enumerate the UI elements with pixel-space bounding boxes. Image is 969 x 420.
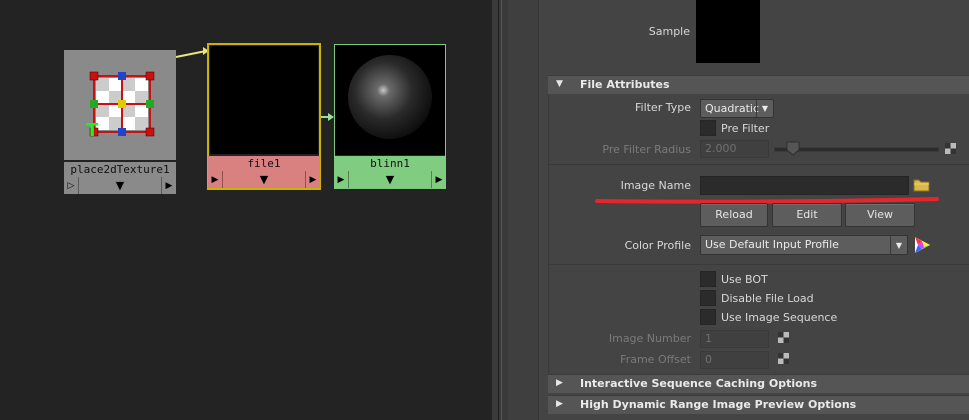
- section-hdr-preview-options[interactable]: ▶ High Dynamic Range Image Preview Optio…: [548, 395, 969, 414]
- node-place2dtexture[interactable]: T place2dTexture1 ▷ ▼ ▶: [64, 50, 176, 194]
- slider-handle-icon[interactable]: [786, 141, 800, 156]
- sample-swatch[interactable]: [696, 0, 760, 63]
- color-profile-dropdown[interactable]: Use Default Input Profile ▼: [700, 235, 908, 255]
- node-port-bar: ▶ ▼ ▶: [334, 171, 446, 188]
- place2dtexture-icon: T: [86, 71, 155, 141]
- filter-type-dropdown[interactable]: Quadratic ▼: [700, 99, 774, 118]
- node-label: blinn1: [334, 156, 446, 171]
- section-body-frame: [548, 94, 549, 374]
- output-port-icon[interactable]: ▶: [306, 171, 320, 188]
- disable-file-load-label: Disable File Load: [721, 292, 814, 305]
- pre-filter-checkbox[interactable]: [700, 120, 716, 136]
- hypershade-graph[interactable]: T place2dTexture1 ▷ ▼ ▶ file1 ▶ ▼ ▶ blin…: [0, 0, 492, 420]
- node-file[interactable]: file1 ▶ ▼ ▶: [207, 43, 321, 190]
- file-swatch: [210, 46, 318, 154]
- filter-type-label: Filter Type: [634, 101, 691, 114]
- pre-filter-radius-label: Pre Filter Radius: [602, 143, 691, 156]
- blinn-sphere-preview: [348, 55, 432, 139]
- section-file-attributes[interactable]: ▼ File Attributes: [548, 75, 969, 94]
- map-button-icon[interactable]: [778, 353, 789, 364]
- expand-ports-icon[interactable]: ▼: [348, 171, 432, 188]
- input-port-icon[interactable]: ▷: [64, 177, 78, 194]
- place2dtexture-swatch: T: [64, 50, 176, 160]
- node-port-bar: ▶ ▼ ▶: [208, 171, 320, 188]
- connection-place2d-to-file: [175, 50, 207, 58]
- frame-offset-label: Frame Offset: [620, 353, 691, 366]
- input-port-icon[interactable]: ▶: [334, 171, 348, 188]
- view-button[interactable]: View: [845, 203, 915, 227]
- node-label: place2dTexture1: [64, 162, 176, 177]
- svg-text:T: T: [86, 120, 99, 141]
- section-interactive-sequence-caching[interactable]: ▶ Interactive Sequence Caching Options: [548, 374, 969, 393]
- image-number-label: Image Number: [608, 332, 691, 345]
- use-image-sequence-checkbox[interactable]: [700, 309, 716, 325]
- color-profile-label: Color Profile: [624, 239, 691, 252]
- blinn-swatch: [335, 45, 445, 155]
- sample-label: Sample: [648, 25, 690, 38]
- collapse-arrow-icon: ▼: [556, 79, 563, 89]
- pre-filter-radius-field[interactable]: 2.000: [700, 140, 769, 158]
- color-wheel-icon[interactable]: [912, 235, 932, 255]
- use-bot-label: Use BOT: [721, 273, 768, 286]
- image-number-field[interactable]: 1: [700, 330, 769, 348]
- expand-arrow-icon: ▶: [556, 399, 563, 409]
- expand-arrow-icon: ▶: [556, 378, 563, 388]
- section-title: Interactive Sequence Caching Options: [580, 377, 818, 390]
- divider: [548, 164, 969, 165]
- section-title: File Attributes: [580, 78, 670, 91]
- divider: [548, 264, 969, 265]
- splitter-edge: [501, 0, 502, 420]
- output-port-icon[interactable]: ▶: [162, 177, 176, 194]
- reload-button[interactable]: Reload: [700, 203, 768, 227]
- use-image-sequence-label: Use Image Sequence: [721, 311, 838, 324]
- expand-ports-icon[interactable]: ▼: [222, 171, 306, 188]
- disable-file-load-checkbox[interactable]: [700, 290, 716, 306]
- color-profile-value: Use Default Input Profile: [705, 238, 839, 251]
- node-port-bar: ▷ ▼ ▶: [64, 177, 176, 194]
- map-button-icon[interactable]: [778, 332, 789, 343]
- input-port-icon[interactable]: ▶: [208, 171, 222, 188]
- expand-ports-icon[interactable]: ▼: [78, 177, 162, 194]
- filter-type-value: Quadratic: [705, 102, 760, 115]
- image-name-label: Image Name: [620, 179, 691, 192]
- map-button-icon[interactable]: [945, 143, 956, 154]
- frame-offset-field[interactable]: 0: [700, 351, 769, 369]
- chevron-down-icon: ▼: [756, 100, 773, 117]
- splitter-edge: [498, 0, 499, 420]
- pre-filter-label: Pre Filter: [721, 122, 770, 135]
- output-port-icon[interactable]: ▶: [432, 171, 446, 188]
- image-name-field[interactable]: [700, 176, 909, 195]
- chevron-down-icon: ▼: [890, 236, 907, 254]
- node-blinn[interactable]: blinn1 ▶ ▼ ▶: [334, 44, 446, 189]
- node-label: file1: [208, 156, 320, 171]
- use-bot-checkbox[interactable]: [700, 271, 716, 287]
- ae-left-gutter: [508, 0, 539, 420]
- folder-icon[interactable]: [913, 178, 930, 192]
- panel-splitter[interactable]: [492, 0, 508, 420]
- section-title: High Dynamic Range Image Preview Options: [580, 398, 857, 411]
- edit-button[interactable]: Edit: [772, 203, 842, 227]
